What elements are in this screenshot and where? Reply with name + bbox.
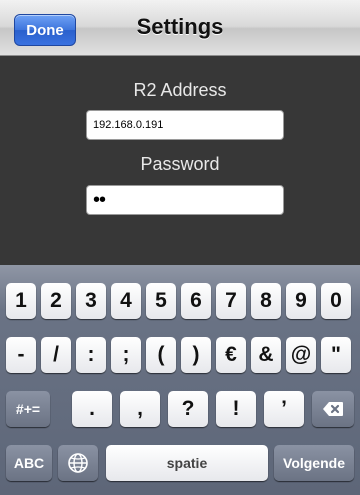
globe-icon: [67, 452, 89, 474]
key-1[interactable]: 1: [6, 283, 36, 319]
space-key[interactable]: spatie: [106, 445, 268, 481]
key-open-paren[interactable]: (: [146, 337, 176, 373]
key-7[interactable]: 7: [216, 283, 246, 319]
key-euro[interactable]: €: [216, 337, 246, 373]
key-question[interactable]: ?: [168, 391, 208, 427]
delete-key[interactable]: [312, 391, 354, 427]
page-title: Settings: [136, 14, 224, 39]
key-colon[interactable]: :: [76, 337, 106, 373]
key-4[interactable]: 4: [111, 283, 141, 319]
key-period[interactable]: .: [72, 391, 112, 427]
key-5[interactable]: 5: [146, 283, 176, 319]
symbols-mode-key[interactable]: #+=: [6, 391, 50, 427]
key-quote[interactable]: ": [321, 337, 351, 373]
key-ampersand[interactable]: &: [251, 337, 281, 373]
next-key[interactable]: Volgende: [274, 445, 354, 481]
keyboard: 1 2 3 4 5 6 7 8 9 0 - / : ; ( ) € & @ " …: [0, 265, 360, 495]
key-9[interactable]: 9: [286, 283, 316, 319]
key-slash[interactable]: /: [41, 337, 71, 373]
key-hyphen[interactable]: -: [6, 337, 36, 373]
key-close-paren[interactable]: ): [181, 337, 211, 373]
key-comma[interactable]: ,: [120, 391, 160, 427]
password-label: Password: [140, 154, 220, 174]
key-8[interactable]: 8: [251, 283, 281, 319]
key-at[interactable]: @: [286, 337, 316, 373]
settings-form: R2 Address 192.168.0.191 Password ••: [0, 56, 360, 265]
key-0[interactable]: 0: [321, 283, 351, 319]
r2-address-label: R2 Address: [133, 80, 227, 100]
key-semicolon[interactable]: ;: [111, 337, 141, 373]
settings-screen: Done Settings R2 Address 192.168.0.191 P…: [0, 0, 360, 495]
backspace-icon: [322, 401, 344, 417]
key-2[interactable]: 2: [41, 283, 71, 319]
r2-address-field[interactable]: 192.168.0.191: [86, 110, 284, 140]
globe-key[interactable]: [58, 445, 98, 481]
navigation-bar: Done Settings: [0, 0, 360, 56]
key-apostrophe[interactable]: ’: [264, 391, 304, 427]
key-exclamation[interactable]: !: [216, 391, 256, 427]
abc-key[interactable]: ABC: [6, 445, 52, 481]
password-field[interactable]: ••: [86, 185, 284, 215]
key-6[interactable]: 6: [181, 283, 211, 319]
key-3[interactable]: 3: [76, 283, 106, 319]
